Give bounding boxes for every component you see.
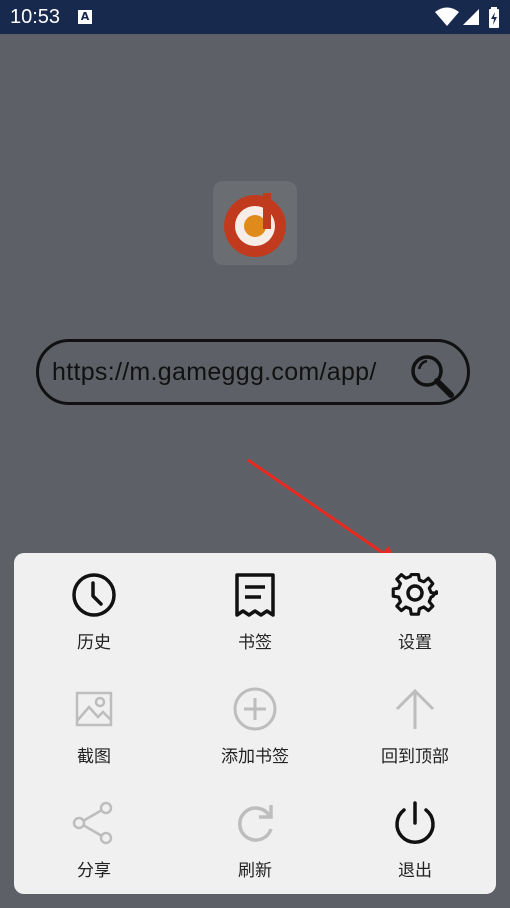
menu-label: 刷新 xyxy=(238,861,272,881)
menu-item-share[interactable]: 分享 xyxy=(14,781,174,891)
menu-item-refresh[interactable]: 刷新 xyxy=(175,781,335,891)
add-bookmark-plus-icon xyxy=(233,687,277,731)
menu-label: 添加书签 xyxy=(221,747,289,767)
menu-label: 设置 xyxy=(398,633,432,653)
menu-label: 历史 xyxy=(77,633,111,653)
menu-label: 回到顶部 xyxy=(381,747,449,767)
menu-item-exit[interactable]: 退出 xyxy=(335,781,495,891)
menu-label: 分享 xyxy=(77,861,111,881)
menu-label: 书签 xyxy=(238,633,272,653)
bookmark-receipt-icon xyxy=(235,573,275,617)
settings-gear-icon xyxy=(391,573,439,616)
menu-item-add-bookmark[interactable]: 添加书签 xyxy=(175,667,335,777)
menu-item-back-to-top[interactable]: 回到顶部 xyxy=(335,667,495,777)
menu-label: 截图 xyxy=(77,747,111,767)
power-exit-icon xyxy=(395,801,435,844)
menu-item-history[interactable]: 历史 xyxy=(14,553,174,663)
share-icon xyxy=(72,801,113,845)
menu-item-screenshot[interactable]: 截图 xyxy=(14,667,174,777)
bottom-menu-panel: 历史 书签 设置 截图 添加书签 回到顶部 分享 刷新 退出 xyxy=(14,553,496,894)
refresh-icon xyxy=(238,805,273,842)
back-to-top-arrow-icon xyxy=(395,688,435,729)
history-clock-icon xyxy=(72,573,116,617)
screenshot-image-icon xyxy=(75,691,113,727)
menu-item-bookmarks[interactable]: 书签 xyxy=(175,553,335,663)
menu-label: 退出 xyxy=(398,861,432,881)
menu-item-settings[interactable]: 设置 xyxy=(335,553,495,663)
